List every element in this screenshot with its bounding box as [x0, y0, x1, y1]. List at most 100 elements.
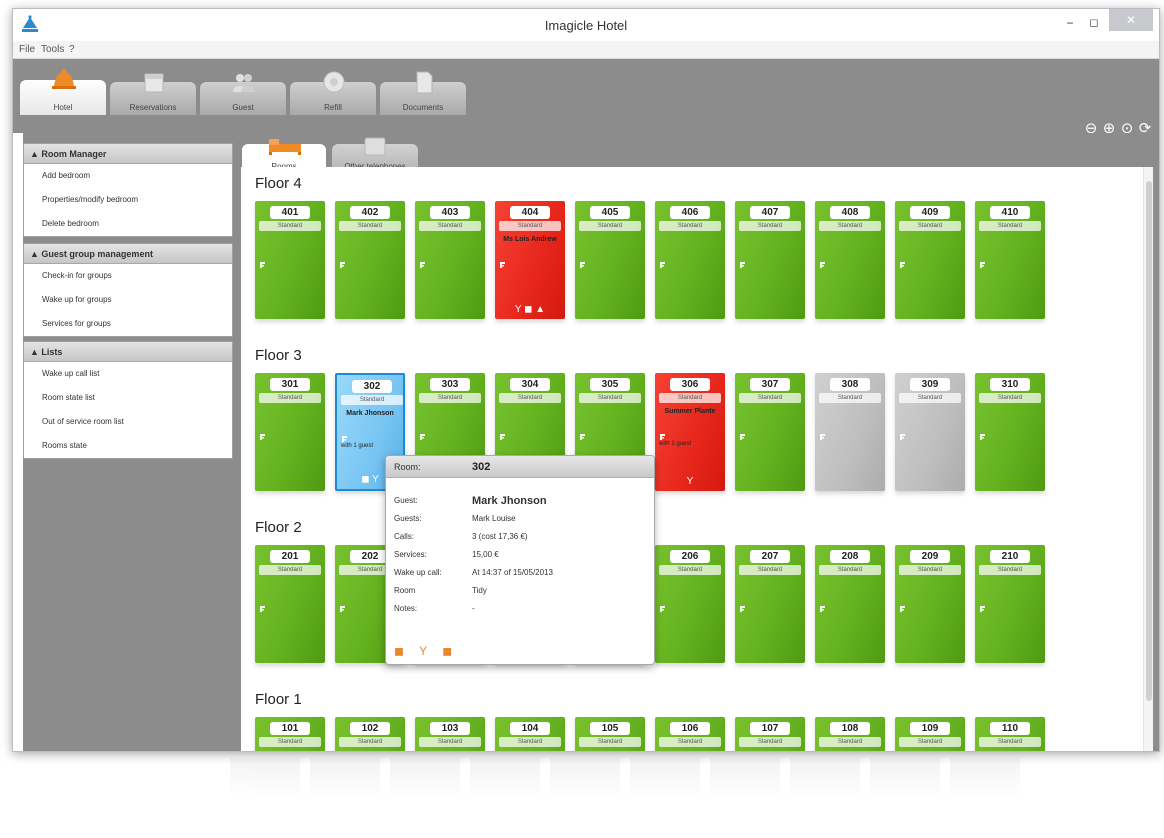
room-type: Standard	[579, 221, 641, 231]
guest-group-header[interactable]: ▲ Guest group management	[24, 244, 232, 264]
phone-key-icon	[900, 262, 905, 268]
phone-key-icon	[260, 606, 265, 612]
tooltip-field-label: Services:	[394, 550, 427, 559]
tab-guest[interactable]: Guest	[199, 74, 287, 115]
document-icon	[416, 71, 433, 94]
room-tile-105[interactable]: 105 Standard	[575, 717, 645, 751]
room-tile-207[interactable]: 207 Standard	[735, 545, 805, 663]
room-tile-408[interactable]: 408 Standard	[815, 201, 885, 319]
tab-reservations[interactable]: Reservations	[109, 73, 197, 115]
room-number: 206	[670, 550, 710, 563]
room-tile-307[interactable]: 307 Standard	[735, 373, 805, 491]
room-tile-401[interactable]: 401 Standard	[255, 201, 325, 319]
room-tile-301[interactable]: 301 Standard	[255, 373, 325, 491]
tooltip-field-label: Room	[394, 586, 416, 595]
room-tile-210[interactable]: 210 Standard	[975, 545, 1045, 663]
bell-icon	[52, 69, 76, 89]
room-tile-108[interactable]: 108 Standard	[815, 717, 885, 751]
room-tile-102[interactable]: 102 Standard	[335, 717, 405, 751]
phone-key-icon	[500, 434, 505, 440]
room-number: 104	[510, 722, 550, 735]
room-tile-404[interactable]: 404 Standard Ms Lois Andrew Y ◼ ▲	[495, 201, 565, 319]
room-tile-209[interactable]: 209 Standard	[895, 545, 965, 663]
close-button[interactable]: ✕	[1109, 9, 1153, 31]
room-number: 308	[830, 378, 870, 391]
room-number: 403	[430, 206, 470, 219]
room-tile-409[interactable]: 409 Standard	[895, 201, 965, 319]
room-tile-410[interactable]: 410 Standard	[975, 201, 1045, 319]
room-tile-402[interactable]: 402 Standard	[335, 201, 405, 319]
room-manager-title: Room Manager	[41, 149, 107, 159]
room-tile-206[interactable]: 206 Standard	[655, 545, 725, 663]
tab-reservations-label: Reservations	[129, 103, 177, 112]
room-manager-header[interactable]: ▲ Room Manager	[24, 144, 232, 164]
tab-documents[interactable]: Documents	[379, 71, 467, 115]
tab-refill[interactable]: Refill	[289, 71, 377, 115]
tooltip-field-value: At 14:37 of 15/05/2013	[472, 568, 553, 577]
room-grid-area: Floor 4 401 Standard 402 Standard 403 Standard…	[241, 167, 1153, 751]
telephone-icon	[364, 137, 386, 156]
room-number: 210	[990, 550, 1030, 563]
room-guest-count: with 1 guest	[659, 441, 692, 447]
phone-key-icon	[740, 262, 745, 268]
scrollbar-thumb[interactable]	[1146, 181, 1152, 701]
room-service-icons: Y	[686, 476, 694, 487]
phone-key-icon	[820, 606, 825, 612]
room-state-list-link[interactable]: Room state list	[24, 386, 232, 410]
window-title: Imagicle Hotel	[544, 18, 628, 33]
room-type: Standard	[339, 737, 401, 747]
tooltip-field-value: 3 (cost 17,36 €)	[472, 532, 528, 541]
room-tile-109[interactable]: 109 Standard	[895, 717, 965, 751]
room-tile-208[interactable]: 208 Standard	[815, 545, 885, 663]
room-tile-405[interactable]: 405 Standard	[575, 201, 645, 319]
wakeup-call-list-link[interactable]: Wake up call list	[24, 362, 232, 386]
phone-key-icon	[900, 434, 905, 440]
maximize-button[interactable]: ◻	[1087, 16, 1101, 30]
room-number: 410	[990, 206, 1030, 219]
bed-icon	[269, 139, 301, 155]
tab-hotel[interactable]: Hotel	[19, 69, 107, 115]
phone-key-icon	[260, 262, 265, 268]
room-service-icons: Y ◼ ▲	[514, 304, 546, 315]
room-number: 409	[910, 206, 950, 219]
add-bedroom-link[interactable]: Add bedroom	[24, 164, 232, 188]
phone-key-icon	[980, 434, 985, 440]
room-tile-103[interactable]: 103 Standard	[415, 717, 485, 751]
room-manager-section: ▲ Room Manager Add bedroom Properties/mo…	[23, 143, 233, 237]
room-tile-407[interactable]: 407 Standard	[735, 201, 805, 319]
delete-bedroom-link[interactable]: Delete bedroom	[24, 212, 232, 236]
wakeup-groups-link[interactable]: Wake up for groups	[24, 288, 232, 312]
main-window: Imagicle Hotel − ◻ ✕ File Tools ? Hotel	[12, 8, 1160, 752]
room-tile-406[interactable]: 406 Standard	[655, 201, 725, 319]
room-tile-308[interactable]: 308 Standard	[815, 373, 885, 491]
room-tile-110[interactable]: 110 Standard	[975, 717, 1045, 751]
vertical-scrollbar[interactable]	[1143, 167, 1153, 751]
services-groups-link[interactable]: Services for groups	[24, 312, 232, 336]
menu-file[interactable]: File	[19, 44, 35, 55]
checkin-groups-link[interactable]: Check-in for groups	[24, 264, 232, 288]
room-type: Standard	[659, 565, 721, 575]
room-tile-309[interactable]: 309 Standard	[895, 373, 965, 491]
room-tile-101[interactable]: 101 Standard	[255, 717, 325, 751]
minimize-button[interactable]: −	[1063, 17, 1077, 31]
menu-help[interactable]: ?	[69, 44, 75, 55]
room-tile-310[interactable]: 310 Standard	[975, 373, 1045, 491]
menu-bar: File Tools ?	[13, 41, 1159, 59]
rooms-state-link[interactable]: Rooms state	[24, 434, 232, 458]
room-tile-201[interactable]: 201 Standard	[255, 545, 325, 663]
room-number: 109	[910, 722, 950, 735]
menu-tools[interactable]: Tools	[41, 44, 64, 55]
phone-key-icon	[900, 606, 905, 612]
modify-bedroom-link[interactable]: Properties/modify bedroom	[24, 188, 232, 212]
out-of-service-list-link[interactable]: Out of service room list	[24, 410, 232, 434]
tab-guest-label: Guest	[232, 103, 254, 112]
room-tile-104[interactable]: 104 Standard	[495, 717, 565, 751]
room-tile-306[interactable]: 306 Standard Summer Plante with 1 guest Y	[655, 373, 725, 491]
lists-header[interactable]: ▲ Lists	[24, 342, 232, 362]
room-number: 102	[350, 722, 390, 735]
tooltip-field-value: 15,00 €	[472, 550, 499, 559]
room-tile-403[interactable]: 403 Standard	[415, 201, 485, 319]
room-tile-106[interactable]: 106 Standard	[655, 717, 725, 751]
room-tile-107[interactable]: 107 Standard	[735, 717, 805, 751]
phone-key-icon	[740, 434, 745, 440]
